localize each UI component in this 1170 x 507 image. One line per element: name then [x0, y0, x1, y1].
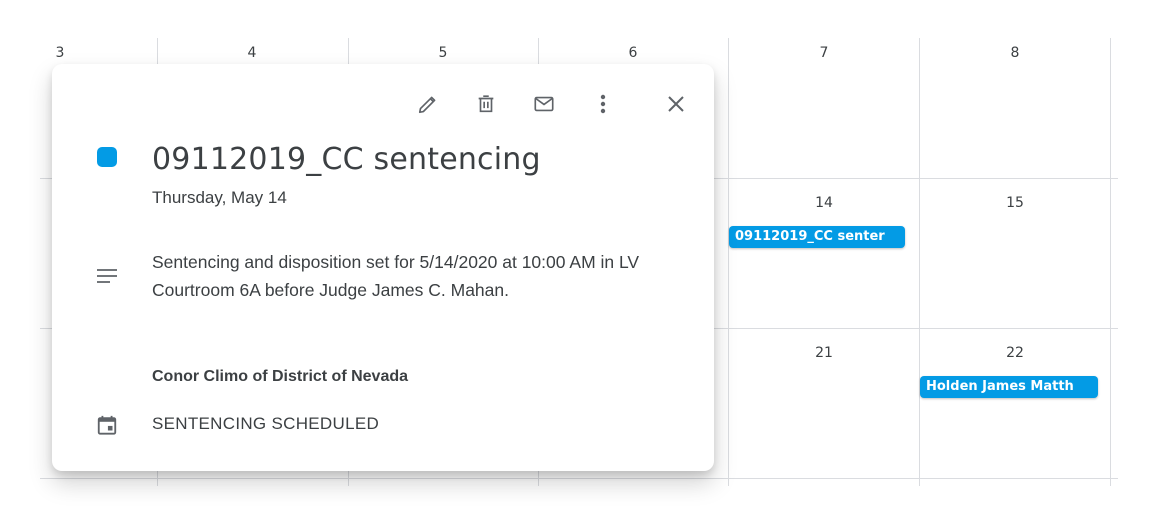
delete-icon[interactable]	[470, 88, 502, 120]
edit-icon[interactable]	[412, 88, 444, 120]
day-number-8[interactable]: 8	[995, 45, 1035, 61]
day-number-3[interactable]: 3	[40, 45, 80, 61]
day-number-4[interactable]: 4	[232, 45, 272, 61]
day-number-14[interactable]: 14	[804, 195, 844, 211]
grid-divider	[40, 478, 1118, 479]
grid-divider	[919, 38, 920, 486]
event-detail-popup: 09112019_CC sentencing Thursday, May 14 …	[52, 64, 714, 471]
close-icon[interactable]	[660, 88, 692, 120]
grid-divider	[1110, 38, 1111, 486]
calendar-icon	[92, 412, 122, 438]
more-options-icon[interactable]	[587, 88, 619, 120]
description-icon	[92, 264, 122, 288]
event-description: Sentencing and disposition set for 5/14/…	[152, 252, 640, 300]
event-title: 09112019_CC sentencing	[152, 142, 541, 177]
day-number-6[interactable]: 6	[613, 45, 653, 61]
event-date: Thursday, May 14	[152, 188, 287, 207]
calendar-name: SENTENCING SCHEDULED	[152, 414, 380, 433]
day-number-5[interactable]: 5	[423, 45, 463, 61]
day-number-7[interactable]: 7	[804, 45, 844, 61]
day-number-22[interactable]: 22	[995, 345, 1035, 361]
day-number-21[interactable]: 21	[804, 345, 844, 361]
event-organizer: Conor Climo of District of Nevada	[152, 368, 409, 385]
day-number-15[interactable]: 15	[995, 195, 1035, 211]
grid-divider	[728, 38, 729, 486]
event-chip-holden[interactable]: Holden James Matth	[920, 376, 1098, 398]
event-color-swatch	[97, 147, 117, 167]
email-icon[interactable]	[528, 88, 560, 120]
event-chip-sentencing[interactable]: 09112019_CC senter	[729, 226, 905, 248]
